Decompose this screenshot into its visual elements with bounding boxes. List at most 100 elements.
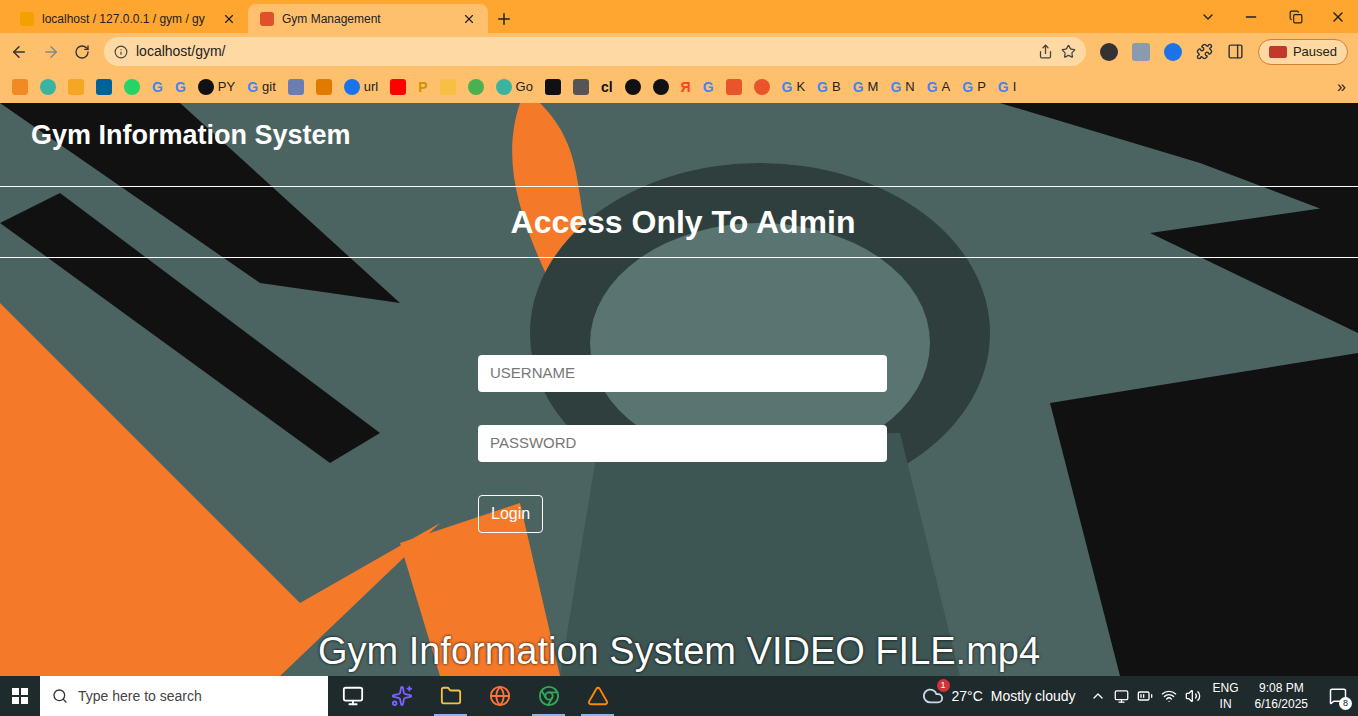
avatar-icon [1269,46,1287,58]
bookmark[interactable] [120,75,144,99]
bookmark[interactable] [64,75,88,99]
bookmark[interactable]: GP [958,75,990,99]
profile-button[interactable]: Paused [1258,39,1348,65]
page-heading: Access Only To Admin [511,198,856,246]
bookmark[interactable]: url [340,75,382,99]
bookmark[interactable]: G [699,75,718,99]
bookmark[interactable]: GA [923,75,955,99]
bookmark[interactable]: G [148,75,167,99]
clock-time: 9:08 PM [1259,680,1304,696]
bookmark-glyph: G [890,80,901,94]
notifications-button[interactable]: 8 [1318,676,1358,716]
taskbar-app[interactable] [573,676,622,716]
volume-icon[interactable] [1185,688,1201,704]
address-bar[interactable]: localhost/gym/ [104,37,1086,66]
bookmark[interactable] [92,75,116,99]
bookmark[interactable] [284,75,308,99]
tab-search-icon[interactable] [1200,9,1216,25]
system-tray [1084,688,1207,704]
bookmarks-overflow[interactable]: » [1333,75,1350,99]
bookmark-glyph: G [703,80,714,94]
taskbar-search[interactable]: Type here to search [40,676,328,716]
taskbar-app[interactable] [524,676,573,716]
forward-icon[interactable] [42,43,60,61]
extensions-icon[interactable] [1196,43,1213,60]
tab-bar: localhost / 127.0.0.1 / gym / gyGym Mana… [0,0,1358,33]
bookmark-glyph: G [247,80,258,94]
bookmark[interactable]: GN [886,75,918,99]
taskbar-app[interactable] [426,676,475,716]
bookmark[interactable]: cl [597,75,617,99]
close-icon[interactable] [1330,9,1346,25]
meet-icon[interactable] [1114,689,1129,704]
browser-tab[interactable]: localhost / 127.0.0.1 / gym / gy [8,4,248,33]
bookmark[interactable]: P [414,75,431,99]
share-icon[interactable] [1038,44,1053,59]
login-field[interactable] [478,425,887,462]
taskview-icon [342,685,364,707]
bookmark[interactable] [541,75,565,99]
bookmark[interactable]: Go [492,75,537,99]
clock[interactable]: 9:08 PM6/16/2025 [1245,680,1318,712]
url-text: localhost/gym/ [136,41,1030,62]
bookmark-icon [573,79,589,95]
wifi-icon[interactable] [1161,688,1177,704]
bookmark-label: M [868,77,879,97]
bookmark[interactable]: GK [778,75,810,99]
language[interactable]: ENGIN [1207,680,1245,712]
browser-tab[interactable]: Gym Management [248,4,488,33]
login-button[interactable]: Login [478,495,543,533]
bookmark[interactable]: Я [677,75,695,99]
extension-icon[interactable] [1100,43,1118,61]
tab-close-icon[interactable] [222,12,236,26]
bookmark[interactable]: GI [994,75,1021,99]
new-tab-button[interactable] [488,4,520,33]
taskbar-app[interactable] [475,676,524,716]
bookmark[interactable]: GM [849,75,883,99]
start-button[interactable] [0,676,40,716]
bookmark[interactable] [436,75,460,99]
bookmark[interactable]: Ggit [243,75,280,99]
bookmark[interactable] [8,75,32,99]
bookmark[interactable] [621,75,645,99]
bookmark[interactable] [649,75,673,99]
bookmark-star-icon[interactable] [1061,44,1076,59]
bookmark[interactable] [464,75,488,99]
extension-icon[interactable] [1132,43,1150,61]
bookmark-icon [545,79,561,95]
battery-icon[interactable] [1137,688,1153,704]
bookmark-label: K [796,77,805,97]
bookmark-label: Go [516,77,533,97]
running-indicator [581,714,614,716]
bookmark[interactable] [386,75,410,99]
bookmark[interactable]: GB [813,75,845,99]
side-panel-icon[interactable] [1227,43,1244,60]
extension-icon[interactable] [1164,43,1182,61]
bookmark[interactable] [722,75,746,99]
taskbar-app[interactable] [328,676,377,716]
bookmark[interactable]: PY [194,75,239,99]
clock-date: 6/16/2025 [1255,696,1308,712]
reload-icon[interactable] [74,44,90,60]
bookmark[interactable] [569,75,593,99]
bookmark-glyph: Я [681,80,691,94]
window-controls [1188,0,1358,33]
brand-bar: Gym Information System [0,103,1358,187]
login-field[interactable] [478,355,887,392]
bookmark[interactable] [312,75,336,99]
taskbar-app[interactable] [377,676,426,716]
bookmark-glyph: G [817,80,828,94]
tab-close-icon[interactable] [462,12,476,26]
back-icon[interactable] [10,43,28,61]
minimize-icon[interactable] [1243,9,1259,25]
bookmark[interactable]: G [171,75,190,99]
show-hidden-icon[interactable] [1090,688,1106,704]
bookmark[interactable] [36,75,60,99]
bookmark[interactable] [750,75,774,99]
bookmark-glyph: G [927,80,938,94]
bookmark-glyph: G [853,80,864,94]
plus-icon [495,10,513,28]
restore-icon[interactable] [1289,10,1303,24]
login-form: Login [478,355,887,533]
weather[interactable]: 127°CMostly cloudy [914,676,1084,716]
